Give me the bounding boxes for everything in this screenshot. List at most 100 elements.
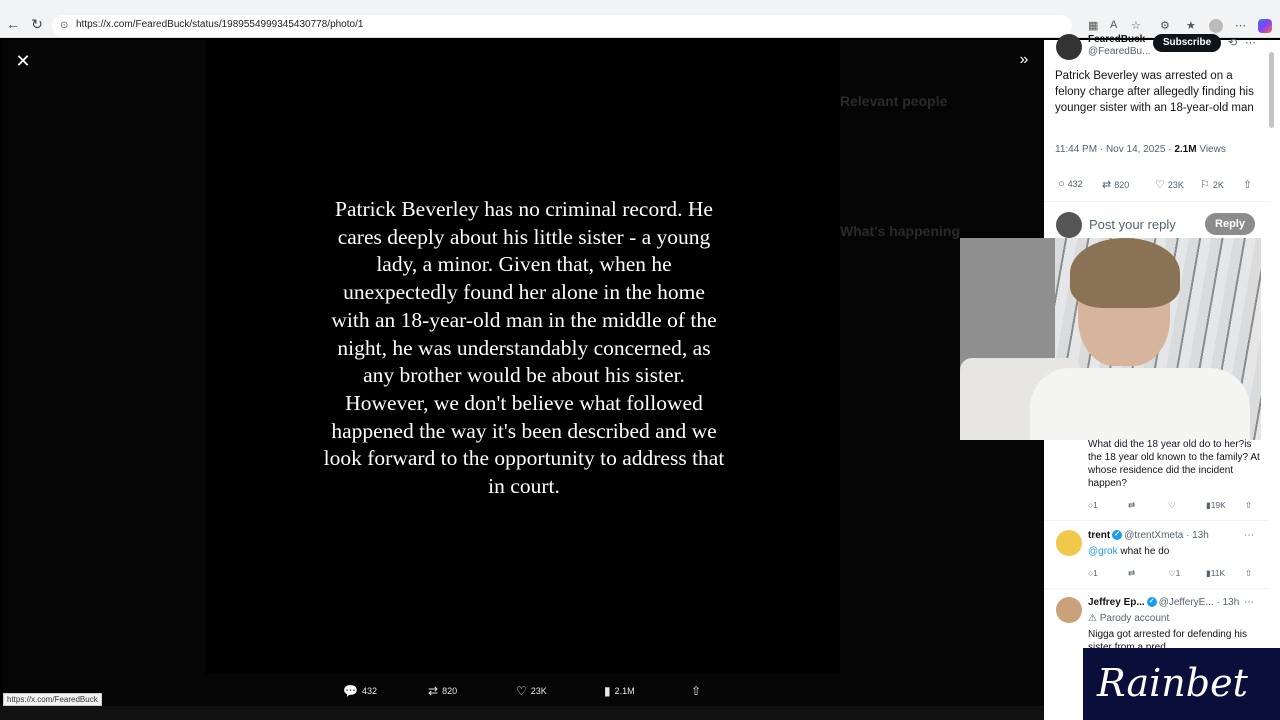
address-bar[interactable]: ⊙ https://x.com/FearedBuck/status/198955… xyxy=(52,15,1072,37)
photo-quote-text: Patrick Beverley has no criminal record.… xyxy=(323,197,725,499)
status-bar-url: https://x.com/FearedBuck xyxy=(3,693,102,706)
parody-icon: ⚠ xyxy=(1088,613,1100,624)
favorite-star-icon[interactable]: ☆ xyxy=(1131,19,1141,32)
viewer-views-button[interactable]: ▮ 2.1M xyxy=(604,682,635,700)
sponsor-overlay: Rainbet xyxy=(1083,648,1280,720)
reply-2-share-icon[interactable]: ⇧ xyxy=(1245,568,1252,579)
post-time[interactable]: 11:44 PM · Nov 14, 2025 · xyxy=(1055,144,1172,155)
back-arrow-icon[interactable]: ← xyxy=(5,16,21,32)
post-bookmark-button[interactable]: ⚐ 2K xyxy=(1200,178,1224,191)
reply-1-stats: ○ 1 ⇄ ♡ ▮ 19K ⇧ xyxy=(1088,500,1260,512)
viewer-like-count: 23K xyxy=(530,686,547,696)
relevant-people-heading: Relevant people xyxy=(840,93,948,109)
reply-1-views-count: 19K xyxy=(1210,500,1226,510)
browser-toolbar: ← ↻ ⊙ https://x.com/FearedBuck/status/19… xyxy=(0,0,1280,38)
viewer-like-button[interactable]: ♡ 23K xyxy=(516,682,547,700)
reply-2-repost-icon[interactable]: ⇄ xyxy=(1128,568,1135,579)
reply-1-like-button[interactable]: ♡ xyxy=(1168,500,1176,511)
reply-3-header: Jeffrey Ep... ✓ @JefferyE... · 13h xyxy=(1088,597,1239,608)
viewer-bottom-edge xyxy=(0,706,1083,720)
reply-submit-button[interactable]: Reply xyxy=(1205,213,1255,235)
viewer-views-count: 2.1M xyxy=(614,686,635,696)
reply-2-name[interactable]: trent xyxy=(1088,530,1110,541)
reply-2-mention[interactable]: @grok xyxy=(1088,546,1118,557)
post-repost-count: 820 xyxy=(1114,180,1130,190)
viewer-reply-count: 432 xyxy=(361,686,377,696)
close-icon[interactable]: ✕ xyxy=(12,50,34,72)
author-name[interactable]: FearedBuck xyxy=(1088,34,1145,45)
reply-2-header: trent ✓ @trentXmeta · 13h xyxy=(1088,530,1209,541)
post-like-button[interactable]: ♡ 23K xyxy=(1155,178,1184,191)
reply-3-badge: ⚠ Parody account xyxy=(1088,612,1169,625)
reload-icon[interactable]: ↻ xyxy=(29,16,45,32)
heart-icon: ♡ xyxy=(1155,179,1165,191)
author-avatar[interactable] xyxy=(1056,34,1082,60)
reply-1-share-icon[interactable]: ⇧ xyxy=(1245,500,1252,511)
extensions-icon[interactable]: ⚙ xyxy=(1160,19,1170,32)
streamer-webcam xyxy=(960,238,1261,440)
reply-3-handle[interactable]: @JefferyE... · 13h xyxy=(1159,597,1240,608)
reply-input[interactable]: Post your reply xyxy=(1089,217,1176,232)
reply-1-repost-icon[interactable]: ⇄ xyxy=(1128,500,1135,511)
post-more-icon[interactable]: ⋯ xyxy=(1245,36,1256,49)
copilot-icon[interactable] xyxy=(1258,19,1272,33)
reply-1-reply-button[interactable]: ○ 1 xyxy=(1088,500,1098,510)
reply-2-body: what he do xyxy=(1117,546,1170,557)
reply-2-reply-button[interactable]: ○ 1 xyxy=(1088,568,1098,578)
reply-2-like-button[interactable]: ♡ 1 xyxy=(1168,568,1180,579)
favorites-icon[interactable]: ★ xyxy=(1186,19,1196,32)
rainbet-logo: Rainbet xyxy=(1097,661,1248,705)
post-stats: ○ 432 ⇄ 820 ♡ 23K ⚐ 2K ⇧ xyxy=(1058,178,1258,192)
verified-badge-icon: ✓ xyxy=(1146,597,1157,608)
reply-2-views[interactable]: ▮ 11K xyxy=(1206,568,1225,579)
views-chart-icon: ▮ xyxy=(604,684,611,698)
reply-1-views[interactable]: ▮ 19K xyxy=(1206,500,1226,511)
post-like-count: 23K xyxy=(1167,180,1184,190)
grok-icon[interactable]: ⟲ xyxy=(1228,36,1237,49)
viewer-repost-count: 820 xyxy=(442,686,458,696)
expand-panel-icon[interactable]: » xyxy=(1014,50,1034,70)
sidebar-scrollbar[interactable] xyxy=(1269,52,1274,128)
viewer-share-button[interactable]: ⇧ xyxy=(691,682,705,700)
reply-2-text: @grok what he do xyxy=(1088,545,1169,558)
subscribe-button[interactable]: Subscribe xyxy=(1153,34,1221,52)
read-aloud-icon[interactable]: A xyxy=(1110,19,1117,31)
divider xyxy=(1044,201,1270,202)
reply-2-stats: ○ 1 ⇄ ♡ 1 ▮ 11K ⇧ xyxy=(1088,568,1260,580)
more-menu-icon[interactable]: ⋯ xyxy=(1235,19,1246,32)
post-share-button[interactable]: ⇧ xyxy=(1243,178,1255,191)
whats-happening-heading: What's happening xyxy=(840,223,960,239)
webcam-shirt xyxy=(1030,368,1250,440)
reply-icon: ○ xyxy=(1058,178,1065,190)
reply-1-text: What did the 18 year old do to her?is th… xyxy=(1088,439,1260,489)
heart-icon: ♡ xyxy=(516,684,527,698)
repost-icon: ⇄ xyxy=(428,684,439,698)
reply-2-avatar[interactable] xyxy=(1056,530,1082,556)
viewer-repost-button[interactable]: ⇄ 820 xyxy=(428,682,457,700)
reader-icon[interactable]: ▦ xyxy=(1088,19,1098,32)
post-reply-button[interactable]: ○ 432 xyxy=(1058,178,1083,190)
reply-1-reply-count: 1 xyxy=(1093,500,1098,510)
post-reply-count: 432 xyxy=(1067,179,1083,189)
post-meta: 11:44 PM · Nov 14, 2025 · 2.1M Views xyxy=(1055,144,1226,155)
reply-icon: 💬 xyxy=(343,684,358,698)
viewer-reply-button[interactable]: 💬 432 xyxy=(343,682,377,700)
post-views-label: Views xyxy=(1199,144,1226,155)
url-text[interactable]: https://x.com/FearedBuck/status/19895549… xyxy=(76,19,363,30)
verified-badge-icon: ✓ xyxy=(1112,530,1123,541)
reply-2-handle[interactable]: @trentXmeta · 13h xyxy=(1124,530,1209,541)
author-handle[interactable]: @FearedBu... xyxy=(1088,46,1150,57)
repost-icon: ⇄ xyxy=(1102,179,1112,191)
reply-3-badge-text: Parody account xyxy=(1099,613,1170,624)
reply-2-more-icon[interactable]: ⋯ xyxy=(1244,530,1254,541)
reply-3-avatar[interactable] xyxy=(1056,597,1082,623)
my-avatar xyxy=(1056,212,1082,238)
reply-2-views-count: 11K xyxy=(1210,568,1226,578)
site-info-icon[interactable]: ⊙ xyxy=(60,20,68,31)
share-icon: ⇧ xyxy=(1243,179,1253,191)
reply-3-name[interactable]: Jeffrey Ep... xyxy=(1088,597,1145,608)
share-icon: ⇧ xyxy=(691,684,702,698)
reply-3-more-icon[interactable]: ⋯ xyxy=(1244,597,1254,608)
profile-avatar[interactable] xyxy=(1209,19,1223,33)
post-repost-button[interactable]: ⇄ 820 xyxy=(1102,178,1129,191)
